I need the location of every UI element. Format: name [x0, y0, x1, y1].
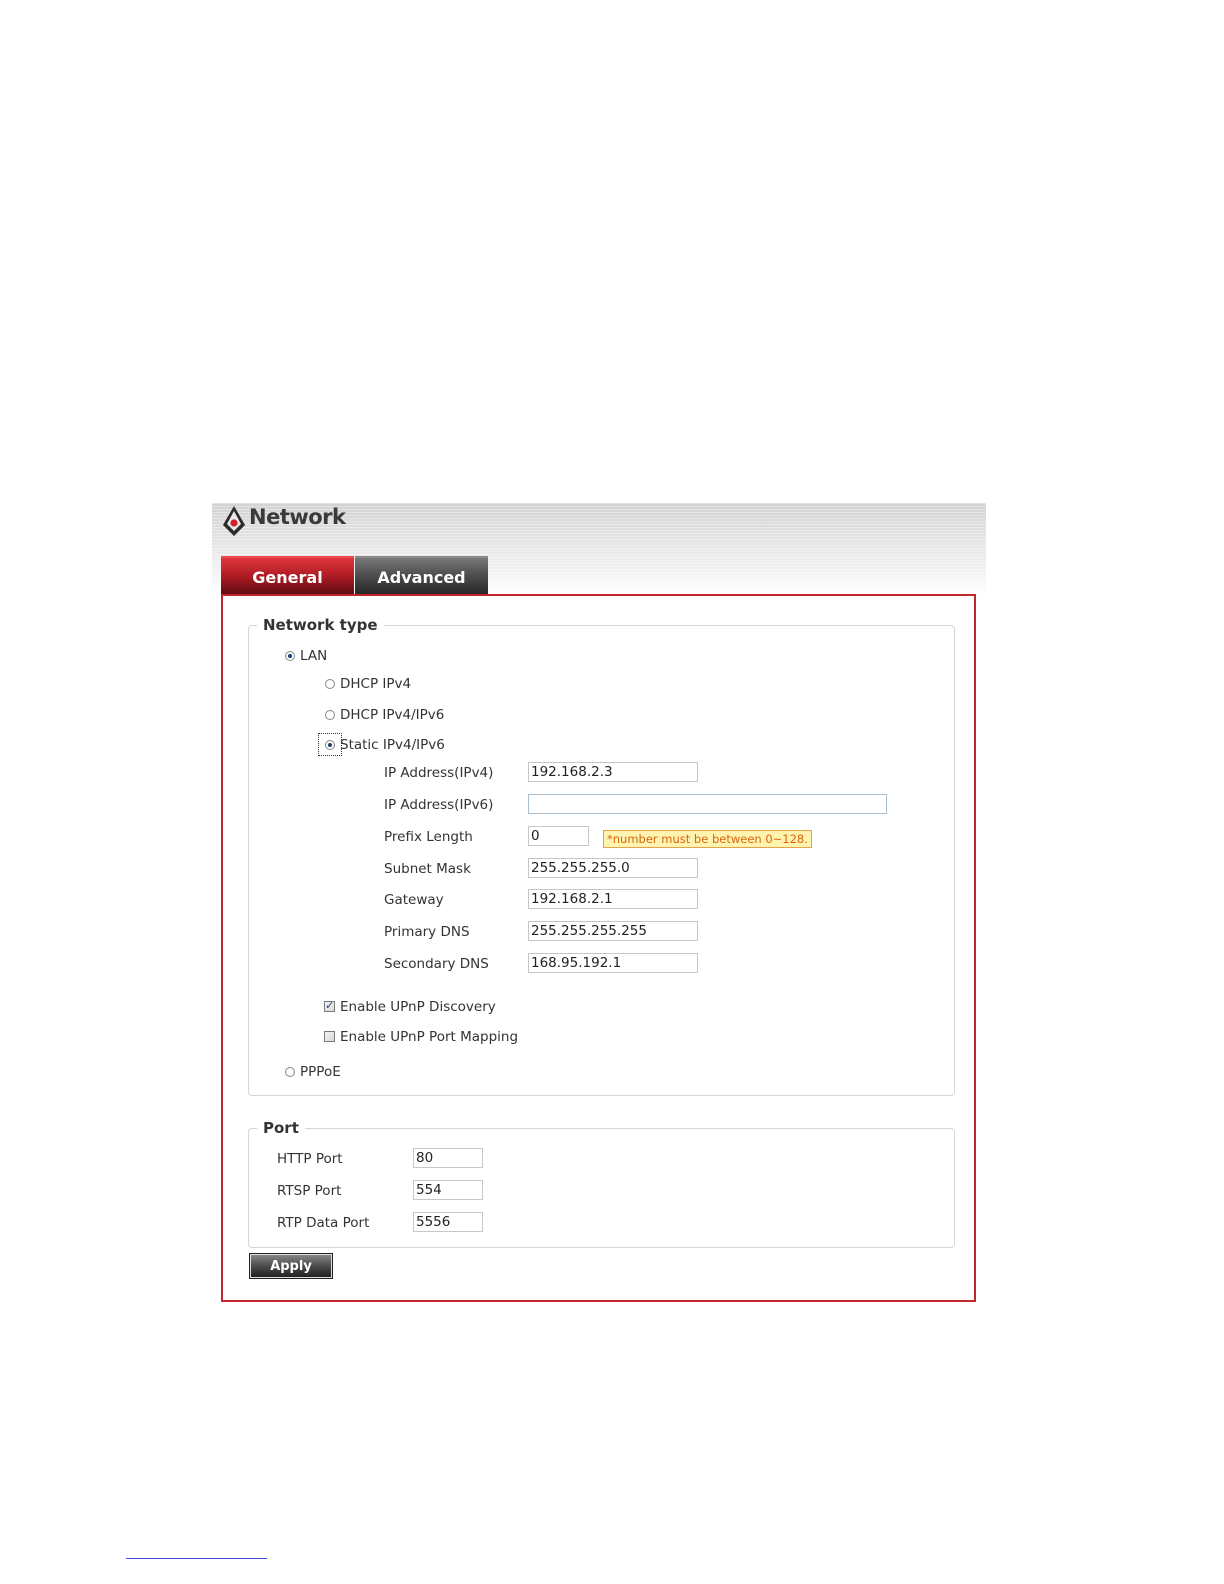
- dhcp-ipv4-ipv6-radio[interactable]: [325, 710, 335, 720]
- ipv6-address-label: IP Address(IPv6): [384, 797, 494, 813]
- prefix-length-label: Prefix Length: [384, 829, 473, 845]
- subnet-mask-input[interactable]: [528, 858, 698, 878]
- network-settings-screenshot: Network General Advanced Network type LA…: [212, 503, 986, 1313]
- secondary-dns-input[interactable]: [528, 953, 698, 973]
- dhcp-ipv4-radio[interactable]: [325, 679, 335, 689]
- checkmark-icon: ✓: [325, 999, 335, 1012]
- ipv6-address-input[interactable]: [528, 794, 887, 814]
- prefix-length-input[interactable]: [528, 826, 589, 846]
- pppoe-radio[interactable]: [285, 1067, 295, 1077]
- dhcp-ipv4-ipv6-label: DHCP IPv4/IPv6: [340, 707, 445, 723]
- upnp-discovery-label: Enable UPnP Discovery: [340, 999, 496, 1015]
- secondary-dns-label: Secondary DNS: [384, 956, 489, 972]
- tab-general-label: General: [252, 567, 323, 587]
- prefix-length-validation-hint: *number must be between 0~128.: [603, 830, 812, 848]
- upnp-port-mapping-checkbox[interactable]: [324, 1031, 335, 1042]
- camera-brand-logo-icon: [223, 506, 245, 536]
- network-type-legend: Network type: [263, 616, 378, 634]
- upnp-port-mapping-label: Enable UPnP Port Mapping: [340, 1029, 519, 1045]
- tab-general[interactable]: General: [221, 556, 354, 596]
- subnet-mask-label: Subnet Mask: [384, 861, 471, 877]
- rtp-data-port-input[interactable]: [413, 1212, 483, 1232]
- page-title: Network: [249, 505, 346, 529]
- footnote-separator-line: [126, 1558, 267, 1559]
- http-port-label: HTTP Port: [277, 1151, 343, 1167]
- primary-dns-label: Primary DNS: [384, 924, 470, 940]
- http-port-input[interactable]: [413, 1148, 483, 1168]
- ipv4-address-label: IP Address(IPv4): [384, 765, 494, 781]
- upnp-discovery-checkbox[interactable]: ✓: [324, 999, 335, 1012]
- dhcp-ipv4-label: DHCP IPv4: [340, 676, 412, 692]
- ipv4-address-input[interactable]: [528, 762, 698, 782]
- primary-dns-input[interactable]: [528, 921, 698, 941]
- lan-label: LAN: [300, 648, 328, 664]
- pppoe-label: PPPoE: [300, 1064, 341, 1080]
- port-legend: Port: [263, 1119, 299, 1137]
- static-ipv4-ipv6-label: Static IPv4/IPv6: [340, 737, 445, 753]
- rtp-data-port-label: RTP Data Port: [277, 1215, 370, 1231]
- gateway-label: Gateway: [384, 892, 444, 908]
- tab-advanced-label: Advanced: [377, 567, 466, 587]
- static-ipv4-ipv6-radio[interactable]: [325, 740, 335, 750]
- rtsp-port-input[interactable]: [413, 1180, 483, 1200]
- tab-advanced[interactable]: Advanced: [355, 556, 488, 596]
- general-settings-panel: Network type LAN DHCP IPv4 DHCP IPv4/IPv…: [221, 594, 976, 1302]
- header-band: Network General Advanced: [212, 503, 986, 597]
- apply-button[interactable]: Apply: [249, 1253, 333, 1279]
- gateway-input[interactable]: [528, 889, 698, 909]
- rtsp-port-label: RTSP Port: [277, 1183, 342, 1199]
- lan-radio[interactable]: [285, 651, 295, 661]
